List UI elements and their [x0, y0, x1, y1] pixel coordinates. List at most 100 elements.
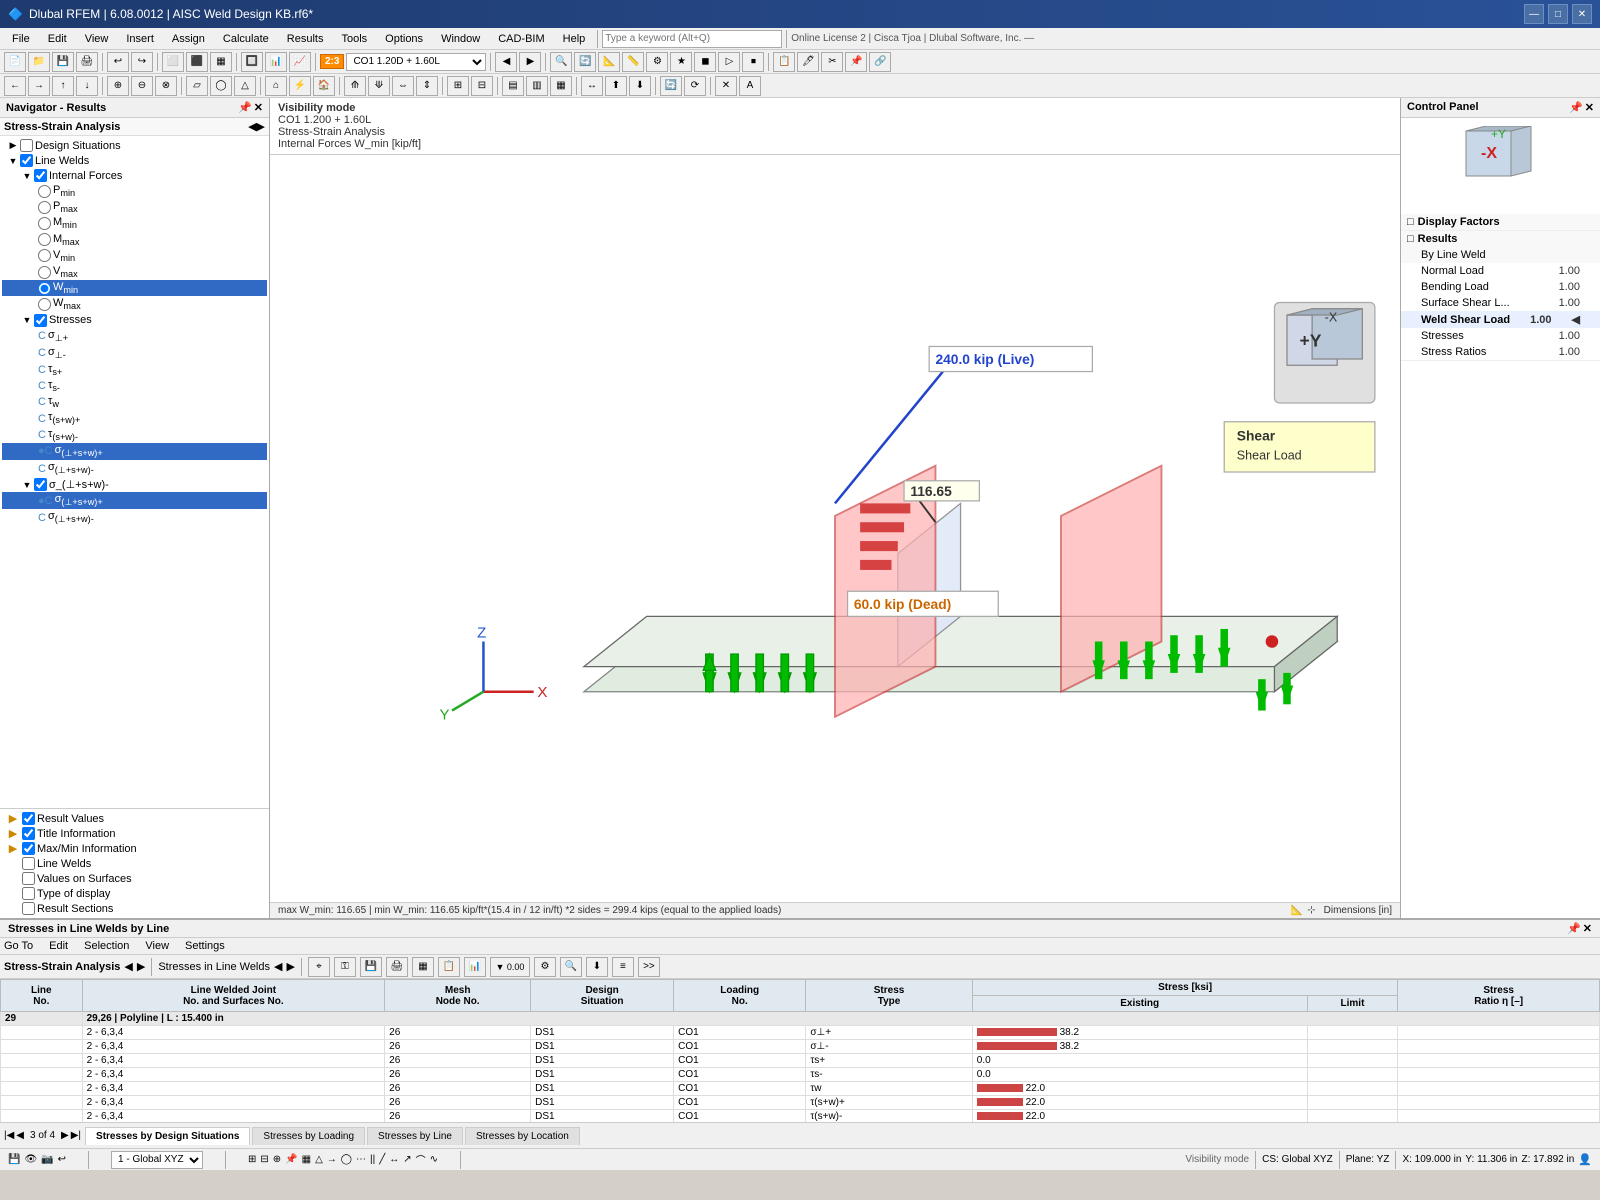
tb2-btn-16[interactable]: ⇔: [392, 76, 414, 96]
tb-btn-6[interactable]: 📈: [289, 52, 311, 72]
menu-results[interactable]: Results: [279, 31, 332, 47]
menu-settings[interactable]: Settings: [185, 940, 225, 952]
navigator-close-icon[interactable]: ✕: [254, 101, 263, 114]
radio-m-max[interactable]: [38, 233, 51, 246]
nav-values-surfaces[interactable]: Values on Surfaces: [2, 871, 267, 886]
nav-result-sections[interactable]: Result Sections: [2, 901, 267, 916]
tb2-btn-17[interactable]: ⇕: [416, 76, 438, 96]
status-icon-1[interactable]: 💾: [8, 1154, 20, 1165]
menu-insert[interactable]: Insert: [118, 31, 162, 47]
res-tb-7[interactable]: 📊: [464, 957, 486, 977]
tb-btn-16[interactable]: 📋: [773, 52, 795, 72]
tb2-btn-27[interactable]: ⟳: [684, 76, 706, 96]
tb-btn-9[interactable]: 📐: [598, 52, 620, 72]
tb2-btn-12[interactable]: ⚡: [289, 76, 311, 96]
tree-design-situations[interactable]: ▶ Design Situations: [2, 138, 267, 153]
tb2-btn-4[interactable]: ↓: [76, 76, 98, 96]
tb2-btn-19[interactable]: ⊟: [471, 76, 493, 96]
cp-expand-results[interactable]: □: [1407, 233, 1414, 245]
menu-edit[interactable]: Edit: [40, 31, 75, 47]
tab-first[interactable]: |◀: [4, 1130, 14, 1141]
results-stresses-nav-prev[interactable]: ◀: [274, 960, 282, 973]
tab-by-line[interactable]: Stresses by Line: [367, 1127, 463, 1145]
menu-goto[interactable]: Go To: [4, 940, 33, 952]
table-row[interactable]: 2 - 6,3,426DS1CO1σ⊥+ 38.2: [1, 1026, 1600, 1040]
table-row[interactable]: 2 - 6,3,426DS1CO1τs-0.0: [1, 1068, 1600, 1082]
tb-btn-20[interactable]: 🔗: [869, 52, 891, 72]
tab-prev[interactable]: ◀: [16, 1130, 24, 1141]
check-internal-forces[interactable]: [34, 169, 47, 182]
tree-p-min[interactable]: Pmin: [2, 183, 267, 199]
res-tb-8[interactable]: ▼ 0.00: [490, 957, 530, 977]
tree-sigma-perp-minus[interactable]: Cσ⊥-: [2, 345, 267, 362]
dimensions-icon[interactable]: ⊹: [1307, 905, 1315, 916]
tb2-btn-25[interactable]: ⬇: [629, 76, 651, 96]
tb-btn-19[interactable]: 📌: [845, 52, 867, 72]
dimensions-icon2[interactable]: 📐: [1291, 905, 1303, 916]
res-tb-10[interactable]: 🔍: [560, 957, 582, 977]
tb2-btn-8[interactable]: ▱: [186, 76, 208, 96]
cp-expand-df[interactable]: □: [1407, 216, 1414, 228]
nav-prev-icon[interactable]: ◀: [248, 120, 256, 133]
tree-m-min[interactable]: Mmin: [2, 215, 267, 231]
cp-close-icon[interactable]: ✕: [1585, 101, 1594, 114]
menu-file[interactable]: File: [4, 31, 38, 47]
tree-tau-w[interactable]: Cτw: [2, 394, 267, 410]
tb2-btn-18[interactable]: ⊞: [447, 76, 469, 96]
status-tb-13[interactable]: ↗: [403, 1154, 411, 1165]
redo-button[interactable]: ↪: [131, 52, 153, 72]
expand-design-situations[interactable]: ▶: [6, 140, 20, 151]
tb2-btn-9[interactable]: ◯: [210, 76, 232, 96]
res-tb-11[interactable]: ⬇: [586, 957, 608, 977]
tb2-btn-21[interactable]: ▥: [526, 76, 548, 96]
maximize-button[interactable]: □: [1548, 4, 1568, 24]
tree-w-min[interactable]: Wmin: [2, 280, 267, 296]
check-design-situations[interactable]: [20, 139, 33, 152]
status-tb-14[interactable]: ⌒: [416, 1152, 426, 1167]
res-tb-13[interactable]: >>: [638, 957, 660, 977]
tree-tau-s-minus[interactable]: Cτs-: [2, 378, 267, 394]
check-title-info[interactable]: [22, 827, 35, 840]
expand-stresses[interactable]: ▼: [20, 315, 34, 325]
table-row[interactable]: 2 - 6,3,426DS1CO1τs+0.0: [1, 1054, 1600, 1068]
menu-help[interactable]: Help: [555, 31, 594, 47]
tree-internal-forces[interactable]: ▼ Internal Forces: [2, 168, 267, 183]
tb2-btn-23[interactable]: ↔: [581, 76, 603, 96]
status-icon-3[interactable]: 📷: [41, 1154, 53, 1165]
nav-next-icon[interactable]: ▶: [257, 120, 265, 133]
tb-btn-12[interactable]: ★: [670, 52, 692, 72]
status-tb-9[interactable]: ⋯: [356, 1154, 366, 1165]
tree-v-min[interactable]: Vmin: [2, 248, 267, 264]
table-row[interactable]: 2 - 6,3,426DS1CO1τ(s+w)+ 22.0: [1, 1096, 1600, 1110]
radio-p-min[interactable]: [38, 185, 51, 198]
tb-btn-1[interactable]: ⬜: [162, 52, 184, 72]
tb2-btn-26[interactable]: 🔄: [660, 76, 682, 96]
status-tb-5[interactable]: ▦: [302, 1154, 311, 1165]
save-button[interactable]: 💾: [52, 52, 74, 72]
tree-m-max[interactable]: Mmax: [2, 232, 267, 248]
tb2-btn-14[interactable]: ⟰: [344, 76, 366, 96]
expand-line-welds[interactable]: ▼: [6, 156, 20, 166]
results-stresses-nav-next[interactable]: ▶: [286, 960, 294, 973]
expand-stress-ratios[interactable]: ▼: [20, 480, 34, 490]
res-tb-9[interactable]: ⚙: [534, 957, 556, 977]
res-tb-5[interactable]: ▦: [412, 957, 434, 977]
tb2-btn-22[interactable]: ▦: [550, 76, 572, 96]
print-button[interactable]: 🖨: [76, 52, 98, 72]
minimize-button[interactable]: —: [1524, 4, 1544, 24]
status-tb-3[interactable]: ⊕: [273, 1154, 281, 1165]
radio-w-max[interactable]: [38, 298, 51, 311]
tab-loading[interactable]: Stresses by Loading: [252, 1127, 365, 1145]
close-button[interactable]: ✕: [1572, 4, 1592, 24]
radio-v-max[interactable]: [38, 266, 51, 279]
res-tb-4[interactable]: 🖨: [386, 957, 408, 977]
menu-cad-bim[interactable]: CAD-BIM: [490, 31, 552, 47]
tb-btn-15[interactable]: ⏹: [742, 52, 764, 72]
tab-next[interactable]: ▶: [61, 1130, 69, 1141]
viewport-canvas[interactable]: +Y -X Shear Shear Load: [270, 155, 1400, 902]
nav-maxmin-info[interactable]: ▶ Max/Min Information: [2, 841, 267, 856]
check-line-welds[interactable]: [20, 154, 33, 167]
status-tb-11[interactable]: ╱: [379, 1154, 385, 1165]
open-button[interactable]: 📁: [28, 52, 50, 72]
check-stresses[interactable]: [34, 314, 47, 327]
